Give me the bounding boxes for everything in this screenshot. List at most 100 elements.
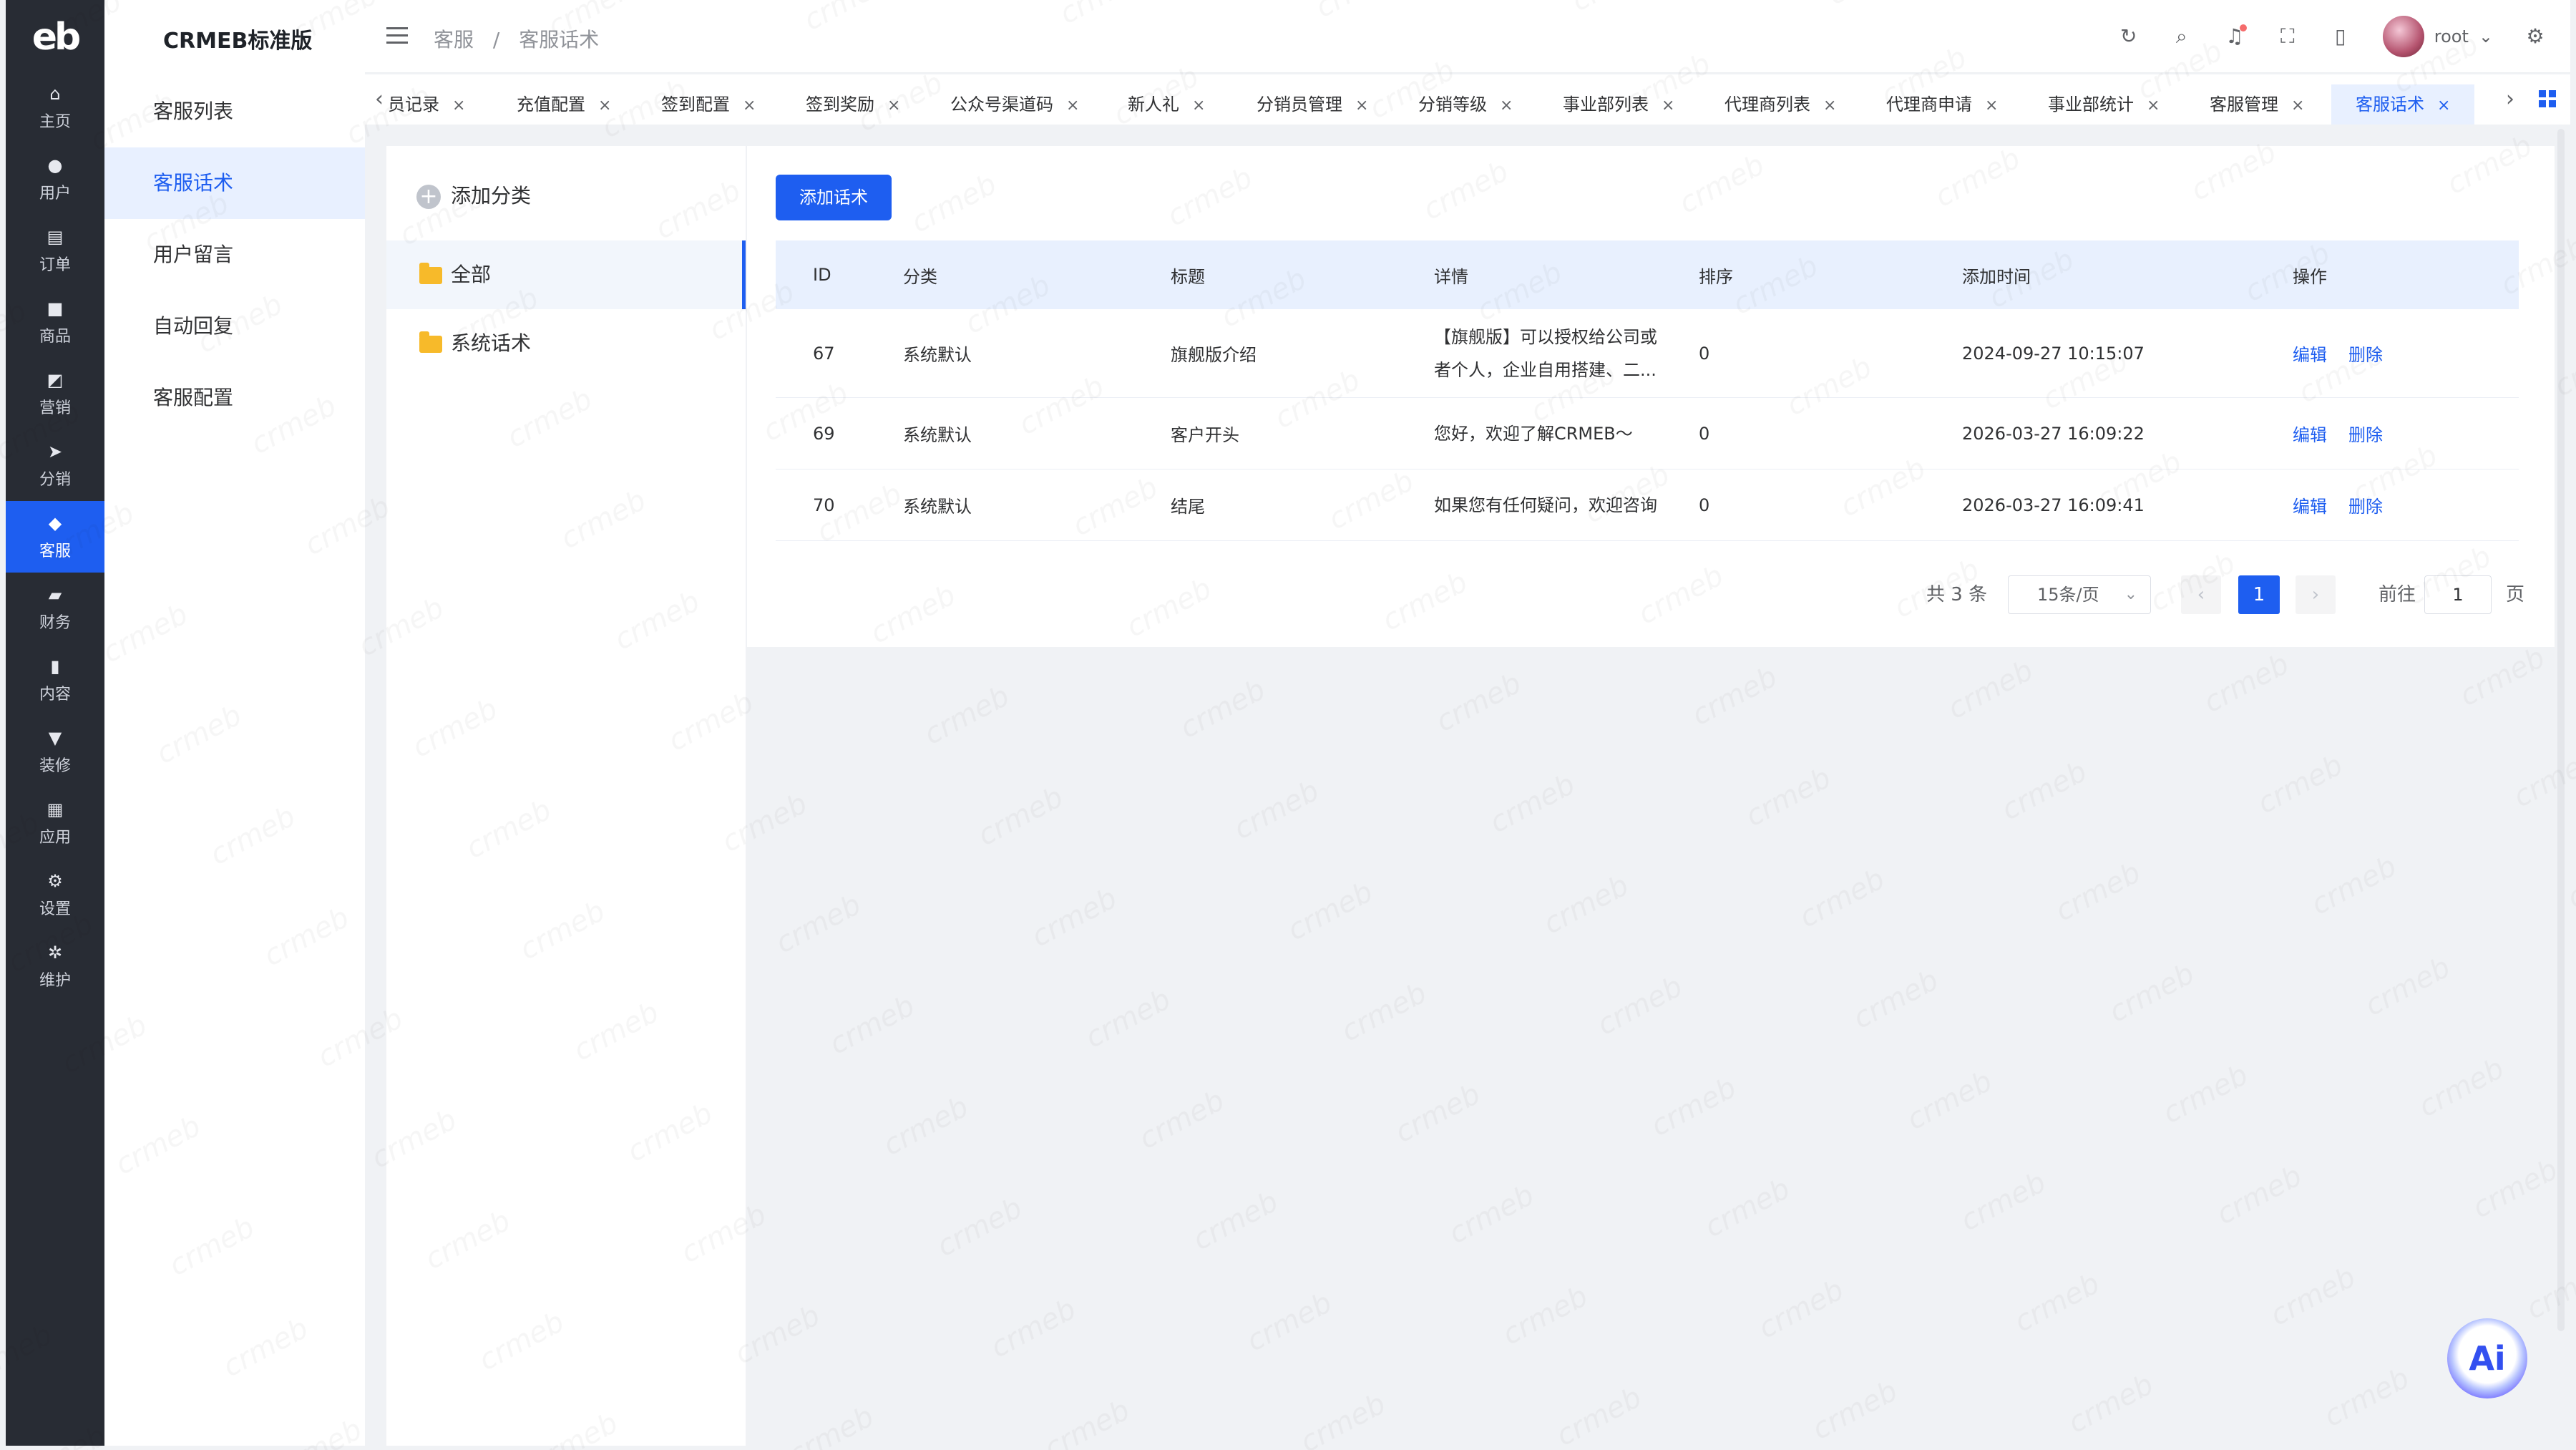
tab-member-records[interactable]: 员记录 × bbox=[388, 84, 465, 125]
cell-detail: 如果您有任何疑问，欢迎咨询 bbox=[1434, 495, 1657, 515]
cell-detail: 【旗舰版】可以授权给公司或 者个人，企业自用搭建、二... bbox=[1434, 309, 1677, 397]
close-icon[interactable]: × bbox=[1985, 97, 1998, 115]
tab-signin-reward[interactable]: 签到奖励 × bbox=[806, 84, 900, 125]
rail-item-settings[interactable]: ⚙ 设置 bbox=[6, 859, 104, 930]
rail-item-finance[interactable]: ▰ 财务 bbox=[6, 573, 104, 644]
close-icon[interactable]: × bbox=[1500, 97, 1513, 115]
rail-item-marketing[interactable]: ◩ 营销 bbox=[6, 358, 104, 429]
rail-label: 设置 bbox=[39, 900, 71, 918]
tab-label: 代理商申请 bbox=[1886, 94, 1972, 115]
submenu-item-auto-reply[interactable]: 自动回复 bbox=[104, 291, 365, 362]
mobile-preview-icon[interactable]: ▯ bbox=[2330, 26, 2351, 47]
close-icon[interactable]: × bbox=[1192, 97, 1205, 115]
fullscreen-icon[interactable]: ⛶ bbox=[2277, 26, 2298, 47]
close-icon[interactable]: × bbox=[2437, 97, 2450, 115]
category-item-system-scripts[interactable]: 系统话术 bbox=[386, 309, 746, 378]
submenu-item-service-list[interactable]: 客服列表 bbox=[104, 76, 365, 147]
tab-service-scripts[interactable]: 客服话术 × bbox=[2331, 84, 2475, 125]
settings-gear-icon[interactable]: ⚙ bbox=[2524, 26, 2546, 47]
tab-division-stats[interactable]: 事业部统计 × bbox=[2048, 84, 2160, 125]
rail-item-order[interactable]: ▤ 订单 bbox=[6, 215, 104, 286]
search-icon[interactable]: ⌕ bbox=[2171, 26, 2192, 47]
rail-item-home[interactable]: ⌂ 主页 bbox=[6, 72, 104, 143]
tab-newcomer-gift[interactable]: 新人礼 × bbox=[1128, 84, 1205, 125]
rail-item-service[interactable]: ◆ 客服 bbox=[6, 501, 104, 573]
close-icon[interactable]: × bbox=[2291, 97, 2304, 115]
vertical-scrollbar[interactable] bbox=[2557, 129, 2565, 1331]
cell-actions: 编辑 删除 bbox=[2293, 398, 2404, 469]
cell-id: 69 bbox=[813, 423, 835, 444]
column-header-actions: 操作 bbox=[2293, 266, 2327, 287]
category-item-all[interactable]: 全部 bbox=[386, 240, 746, 309]
folder-icon bbox=[419, 331, 442, 353]
tab-agent-list[interactable]: 代理商列表 × bbox=[1724, 84, 1836, 125]
goto-page-input[interactable] bbox=[2424, 575, 2492, 614]
rail-label: 订单 bbox=[39, 256, 71, 274]
gear-icon: ⚙ bbox=[47, 871, 63, 891]
tab-signin-config[interactable]: 签到配置 × bbox=[661, 84, 756, 125]
tabs-menu-grid-icon[interactable] bbox=[2539, 90, 2557, 109]
submenu-item-service-config[interactable]: 客服配置 bbox=[104, 362, 365, 434]
cell-category: 系统默认 bbox=[903, 497, 972, 517]
tab-distributor-management[interactable]: 分销员管理 × bbox=[1257, 84, 1368, 125]
tab-division-list[interactable]: 事业部列表 × bbox=[1563, 84, 1674, 125]
marketing-icon: ◩ bbox=[47, 370, 64, 390]
user-menu[interactable]: root ⌄ bbox=[2382, 16, 2493, 57]
column-header-detail: 详情 bbox=[1434, 266, 1468, 287]
close-icon[interactable]: × bbox=[743, 97, 756, 115]
page-size-value: 15条/页 bbox=[2037, 585, 2099, 605]
tabs-scroll-right-icon[interactable]: › bbox=[2496, 74, 2524, 125]
add-category-button[interactable]: + 添加分类 bbox=[416, 180, 531, 209]
rail-label: 商品 bbox=[39, 328, 71, 346]
close-icon[interactable]: × bbox=[1066, 97, 1079, 115]
rail-item-decoration[interactable]: ▼ 装修 bbox=[6, 716, 104, 787]
edit-link[interactable]: 编辑 bbox=[2293, 421, 2327, 446]
add-script-button[interactable]: 添加话术 bbox=[776, 175, 892, 220]
cell-actions: 编辑 删除 bbox=[2293, 469, 2404, 540]
rail-item-user[interactable]: ● 用户 bbox=[6, 143, 104, 215]
rail-item-maintenance[interactable]: ✲ 维护 bbox=[6, 930, 104, 1002]
next-page-button[interactable]: › bbox=[2296, 575, 2336, 614]
close-icon[interactable]: × bbox=[2147, 97, 2160, 115]
rail-item-product[interactable]: ■ 商品 bbox=[6, 286, 104, 358]
tab-recharge-config[interactable]: 充值配置 × bbox=[517, 84, 611, 125]
submenu-item-service-scripts[interactable]: 客服话术 bbox=[104, 147, 365, 219]
menu-toggle-icon[interactable] bbox=[386, 27, 408, 46]
tab-wechat-channel-code[interactable]: 公众号渠道码 × bbox=[950, 84, 1079, 125]
notification-bell-icon[interactable]: ♫ bbox=[2224, 24, 2247, 47]
page-number-current[interactable]: 1 bbox=[2238, 575, 2280, 614]
prev-page-button[interactable]: ‹ bbox=[2181, 575, 2221, 614]
close-icon[interactable]: × bbox=[1823, 97, 1836, 115]
close-icon[interactable]: × bbox=[452, 97, 465, 115]
delete-link[interactable]: 删除 bbox=[2348, 421, 2383, 446]
cell-added-time: 2024-09-27 10:15:07 bbox=[1962, 343, 2145, 364]
close-icon[interactable]: × bbox=[598, 97, 611, 115]
tab-service-management[interactable]: 客服管理 × bbox=[2210, 84, 2304, 125]
ai-assistant-button[interactable]: Ai bbox=[2447, 1318, 2527, 1398]
rail-item-distribution[interactable]: ➤ 分销 bbox=[6, 429, 104, 501]
refresh-icon[interactable]: ↻ bbox=[2118, 26, 2140, 47]
header-actions: ↻ ⌕ ♫ ⛶ ▯ root ⌄ ⚙ bbox=[2118, 16, 2546, 57]
close-icon[interactable]: × bbox=[1662, 97, 1674, 115]
delete-link[interactable]: 删除 bbox=[2348, 341, 2383, 366]
cell-category: 系统默认 bbox=[903, 345, 972, 365]
content-icon: ▮ bbox=[50, 656, 60, 676]
breadcrumb-item[interactable]: 客服 bbox=[434, 28, 474, 52]
maintenance-icon: ✲ bbox=[47, 943, 63, 963]
page-size-select[interactable]: 15条/页 ⌄ bbox=[2008, 575, 2151, 614]
goto-label: 前往 bbox=[2379, 584, 2416, 605]
scripts-table: ID 分类 标题 详情 排序 添加时间 操作 67 系统默认 旗舰版介绍 【旗舰… bbox=[776, 240, 2519, 541]
rail-label: 应用 bbox=[39, 829, 71, 847]
rail-label: 装修 bbox=[39, 757, 71, 775]
rail-item-apps[interactable]: ▦ 应用 bbox=[6, 787, 104, 859]
delete-link[interactable]: 删除 bbox=[2348, 492, 2383, 517]
edit-link[interactable]: 编辑 bbox=[2293, 341, 2327, 366]
close-icon[interactable]: × bbox=[887, 97, 900, 115]
tab-distribution-level[interactable]: 分销等级 × bbox=[1418, 84, 1513, 125]
submenu-item-user-messages[interactable]: 用户留言 bbox=[104, 219, 365, 291]
tab-agent-application[interactable]: 代理商申请 × bbox=[1886, 84, 1998, 125]
edit-link[interactable]: 编辑 bbox=[2293, 492, 2327, 517]
cell-detail-line: 者个人，企业自用搭建、二... bbox=[1434, 359, 1657, 380]
close-icon[interactable]: × bbox=[1355, 97, 1368, 115]
rail-item-content[interactable]: ▮ 内容 bbox=[6, 644, 104, 716]
